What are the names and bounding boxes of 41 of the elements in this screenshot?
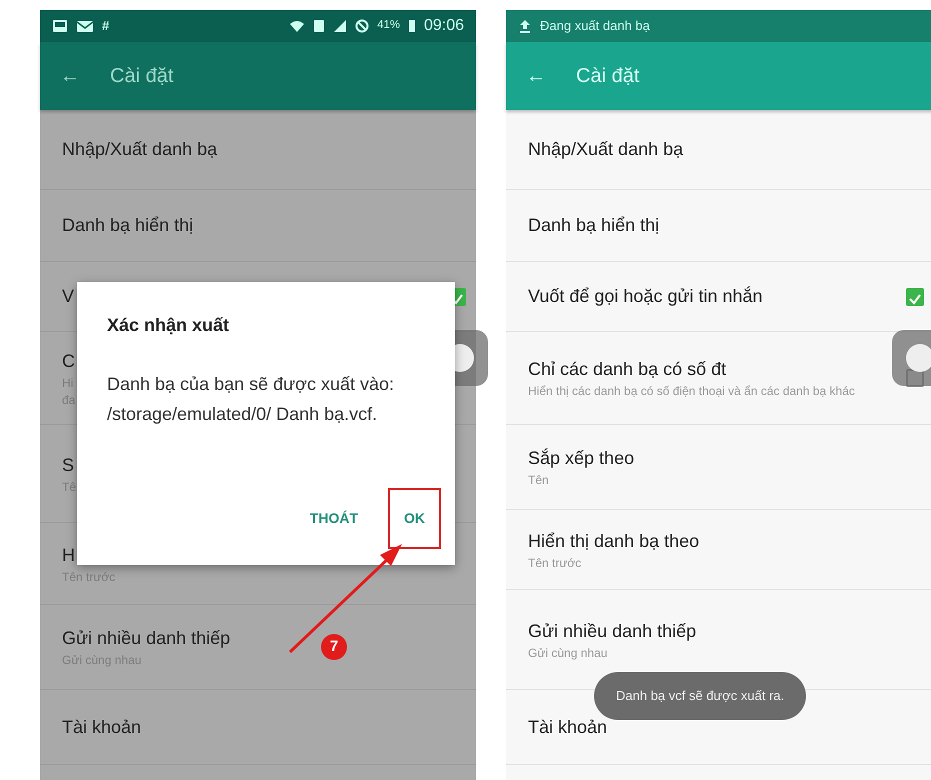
notification-text: Đang xuất danh bạ [540, 17, 650, 36]
setting-title[interactable]: Gửi nhiều danh thiếp [528, 618, 696, 645]
dialog-title: Xác nhận xuất [107, 314, 230, 337]
setting-title[interactable]: Chỉ các danh bạ có số đt [528, 356, 726, 384]
signal-icon [333, 19, 348, 33]
setting-title[interactable]: Danh bạ hiển thị [62, 212, 194, 239]
setting-summary: Gửi cùng nhau [528, 644, 608, 662]
status-time: 09:06 [424, 16, 464, 36]
setting-summary: Hiển thị các danh bạ có số điện thoại và ẩn các danh bạ khác [528, 383, 855, 400]
setting-title[interactable]: Sắp xếp theo [528, 445, 634, 472]
dialog-button[interactable]: OK [388, 488, 441, 549]
screen-title: Cài đặt [110, 64, 174, 89]
blocked-icon [355, 19, 370, 33]
dialog-message: Danh bạ của bạn sẽ được xuất vào: /storage/emulated/0/ Danh bạ.vcf. [107, 373, 396, 426]
setting-title[interactable]: Danh bạ hiển thị [528, 212, 660, 239]
upload-icon [518, 19, 532, 33]
setting-summary: Tên [528, 472, 549, 489]
mail-icon [76, 19, 94, 33]
setting-summary: Tên trước [528, 554, 582, 572]
status-text: # [102, 17, 110, 36]
screen-title: Cài đặt [576, 64, 640, 89]
sim-icon [313, 19, 326, 33]
setting-title[interactable]: Nhập/Xuất danh bạ [528, 136, 684, 163]
export-toast: Danh bạ vcf sẽ được xuất ra. [594, 672, 806, 720]
setting-title[interactable]: S [62, 452, 74, 479]
setting-title[interactable]: Nhập/Xuất danh bạ [62, 136, 218, 163]
checkbox[interactable] [906, 288, 924, 306]
setting-title[interactable]: C [62, 348, 75, 375]
setting-title[interactable]: Vuốt để gọi hoặc gửi tin nhắn [528, 283, 763, 310]
wifi-icon [289, 19, 306, 33]
dialog-button[interactable]: THOÁT [294, 488, 374, 549]
setting-title[interactable]: Hiển thị danh bạ theo [528, 528, 700, 555]
setting-title[interactable]: V [62, 283, 74, 310]
setting-title[interactable]: Tài khoản [62, 714, 142, 740]
back-button[interactable]: ← [60, 61, 80, 91]
battery-icon [408, 19, 416, 33]
setting-title[interactable]: Gửi nhiều danh thiếp [62, 625, 230, 652]
setting-title[interactable]: H [62, 542, 75, 569]
battery-percent: 41% [377, 18, 400, 34]
image-icon [52, 19, 68, 33]
step-number: 7 [321, 634, 347, 660]
